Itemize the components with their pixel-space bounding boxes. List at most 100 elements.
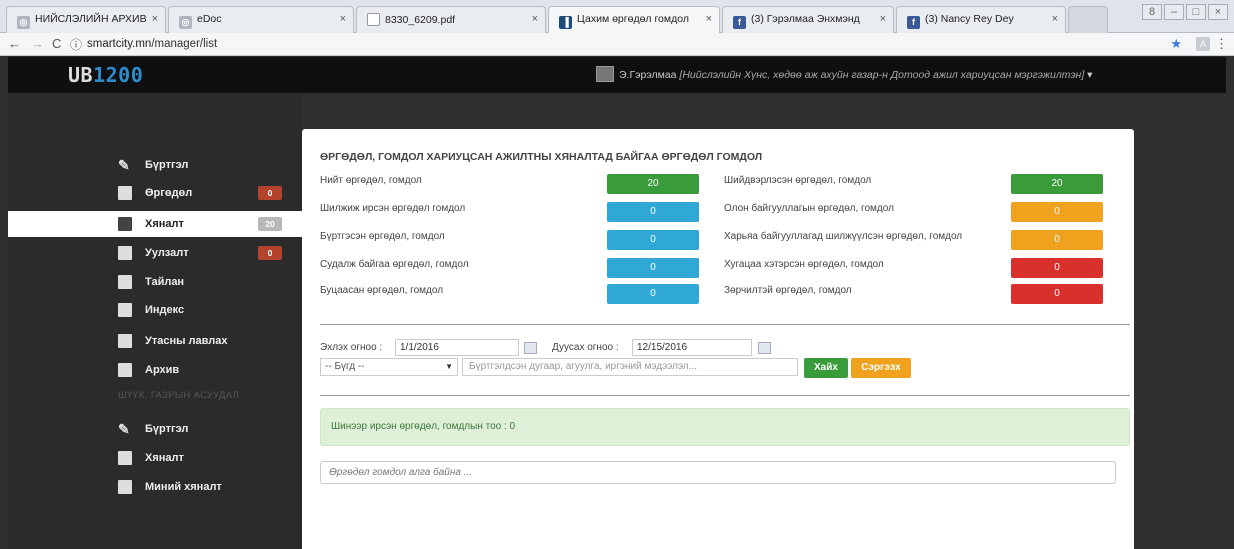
url-input[interactable]: smartcity.mn/manager/list [87, 35, 1157, 53]
close-icon[interactable]: × [340, 13, 346, 25]
maximize-icon[interactable]: □ [1186, 4, 1206, 20]
stat-value-violation[interactable]: 0 [1011, 284, 1103, 304]
facebook-icon: f [733, 16, 746, 29]
stat-value-overdue[interactable]: 0 [1011, 258, 1103, 278]
stat-label: Олон байгууллагын өргөдөл, гомдол [724, 203, 894, 214]
browser-tab-facebook-2[interactable]: f (3) Nancy Rey Dey × [896, 6, 1066, 33]
extension-icon[interactable]: A [1196, 37, 1210, 51]
documents-icon [118, 186, 132, 200]
stat-label: Зөрчилтэй өргөдөл, гомдол [724, 285, 852, 296]
new-petitions-info: Шинээр ирсэн өргөдөл, гомдлын тоо : 0 [320, 408, 1130, 446]
app-header: UB1200 Э.Гэрэлмаа [Нийслэлийн Хүнс, хөдө… [8, 57, 1226, 93]
end-date-input[interactable]: 12/15/2016 [632, 339, 752, 356]
stat-value-transferred[interactable]: 0 [607, 202, 699, 222]
stat-value-multi-org[interactable]: 0 [1011, 202, 1103, 222]
caret-down-icon: ▾ [1087, 69, 1093, 81]
window-controls: 8– □ × [1140, 4, 1228, 20]
file-icon [118, 275, 132, 289]
sidebar-item-reports[interactable]: Тайлан [8, 269, 302, 295]
documents-icon [118, 217, 132, 231]
app-logo[interactable]: UB1200 [68, 63, 143, 87]
reset-button[interactable]: Сэргээх [851, 358, 911, 378]
stat-label: Судалж байгаа өргөдөл, гомдол [320, 259, 469, 270]
sidebar-item-phonebook[interactable]: Утасны лавлах [8, 328, 302, 354]
close-icon[interactable]: × [532, 13, 538, 25]
end-date-label: Дуусах огноо : [552, 342, 619, 353]
browser-tab-archive[interactable]: ◎ НИЙСЛЭЛИЙН АРХИВ × [6, 6, 166, 33]
petition-control-panel: ӨРГӨДӨЛ, ГОМДОЛ ХАРИУЦСАН АЖИЛТНЫ ХЯНАЛТ… [302, 129, 1134, 549]
forward-arrow-icon[interactable]: → [31, 36, 44, 51]
browser-tab-facebook-1[interactable]: f (3) Гэрэлмаа Энхмэнд × [722, 6, 894, 33]
stat-value-returned[interactable]: 0 [607, 284, 699, 304]
stat-value-resolved[interactable]: 20 [1011, 174, 1103, 194]
stat-label: Шийдвэрлэсэн өргөдөл, гомдол [724, 175, 872, 186]
browser-tab-edoc[interactable]: ◎ eDoc × [168, 6, 354, 33]
stat-label: Харьяа байгууллагад шилжүүлсэн өргөдөл, … [724, 231, 963, 242]
file-icon [118, 246, 132, 260]
count-badge: 0 [258, 246, 282, 260]
close-icon[interactable]: × [880, 13, 886, 25]
stat-value-studying[interactable]: 0 [607, 258, 699, 278]
sidebar-item-register[interactable]: ✎ Бүртгэл [8, 152, 302, 178]
sidebar: ✎ Бүртгэл Өргөдөл 0 Хяналт 20 Уулзалт 0 Тайл… [8, 93, 302, 549]
new-tab-button[interactable] [1068, 6, 1108, 33]
panel-title: ӨРГӨДӨЛ, ГОМДОЛ ХАРИУЦСАН АЖИЛТНЫ ХЯНАЛТ… [320, 151, 763, 163]
start-date-label: Эхлэх огноо : [320, 342, 383, 353]
reload-icon[interactable]: C [52, 36, 61, 51]
close-icon[interactable]: × [706, 13, 712, 25]
pencil-icon: ✎ [118, 421, 130, 437]
search-button[interactable]: Хайх [804, 358, 848, 378]
main-content: ӨРГӨДӨЛ, ГОМДОЛ ХАРИУЦСАН АЖИЛТНЫ ХЯНАЛТ… [302, 93, 1226, 549]
calendar-icon[interactable] [758, 342, 771, 354]
stat-label: Бүртгэсэн өргөдөл, гомдол [320, 231, 445, 242]
empty-list-message: Өргөдөл гомдол алга байна ... [320, 461, 1116, 484]
sidebar-item-meetings[interactable]: Уулзалт 0 [8, 240, 302, 266]
sidebar-section-heading: ШҮҮХ, ГАЗРЫН АСУУДАЛ [118, 390, 240, 401]
facebook-icon: f [907, 16, 920, 29]
pencil-icon: ✎ [118, 157, 130, 173]
globe-icon: ◎ [179, 16, 192, 29]
menu-dots-icon[interactable]: ⋮ [1215, 36, 1228, 52]
file-icon [118, 480, 132, 494]
minimize-icon[interactable]: – [1164, 4, 1184, 20]
stat-value-registered[interactable]: 0 [607, 230, 699, 250]
stat-label: Хугацаа хэтэрсэн өргөдөл, гомдол [724, 259, 884, 270]
globe-icon: ◎ [17, 16, 30, 29]
chart-icon: ▐ [559, 16, 572, 29]
caret-down-icon: ▼ [445, 362, 453, 371]
type-select[interactable]: -- Бүгд -- ▼ [320, 358, 458, 376]
start-date-input[interactable]: 1/1/2016 [395, 339, 519, 356]
count-badge: 0 [258, 186, 282, 200]
sidebar-item-control[interactable]: Хяналт 20 [8, 211, 302, 237]
stat-label: Нийт өргөдөл, гомдол [320, 175, 422, 186]
stat-value-forwarded[interactable]: 0 [1011, 230, 1103, 250]
avatar [596, 66, 614, 82]
sidebar-item-court-register[interactable]: ✎ Бүртгэл [8, 416, 302, 442]
user-menu[interactable]: Э.Гэрэлмаа [Нийслэлийн Хүнс, хөдөө аж ах… [596, 66, 1092, 82]
window-close-icon[interactable]: × [1208, 4, 1228, 20]
browser-tab-bar: ◎ НИЙСЛЭЛИЙН АРХИВ × ◎ eDoc × 8330_6209.pdf ×… [0, 0, 1234, 33]
browser-tab-active[interactable]: ▐ Цахим өргөдөл гомдол × [548, 6, 720, 33]
sidebar-item-court-control[interactable]: Хяналт [8, 445, 302, 471]
back-arrow-icon[interactable]: ← [8, 36, 21, 51]
divider [320, 395, 1130, 396]
close-icon[interactable]: × [152, 13, 158, 25]
document-icon [367, 13, 380, 26]
info-icon[interactable]: ⓘ [70, 36, 82, 53]
search-input[interactable]: Бүртгэлдсэн дугаар, агуулга, иргэний мэд… [462, 358, 798, 376]
sidebar-item-index[interactable]: Индекс [8, 297, 302, 323]
stat-value-total[interactable]: 20 [607, 174, 699, 194]
sidebar-item-my-control[interactable]: Миний хяналт [8, 474, 302, 500]
file-icon [118, 363, 132, 377]
close-icon[interactable]: × [1052, 13, 1058, 25]
file-icon [118, 334, 132, 348]
calendar-icon[interactable] [524, 342, 537, 354]
count-badge: 20 [258, 217, 282, 231]
file-icon [118, 451, 132, 465]
bookmark-star-icon[interactable]: ★ [1170, 36, 1182, 52]
file-icon [118, 303, 132, 317]
user-profile-icon[interactable]: 8 [1142, 4, 1162, 20]
sidebar-item-petitions[interactable]: Өргөдөл 0 [8, 180, 302, 206]
sidebar-item-archive[interactable]: Архив [8, 357, 302, 383]
browser-tab-pdf[interactable]: 8330_6209.pdf × [356, 6, 546, 33]
